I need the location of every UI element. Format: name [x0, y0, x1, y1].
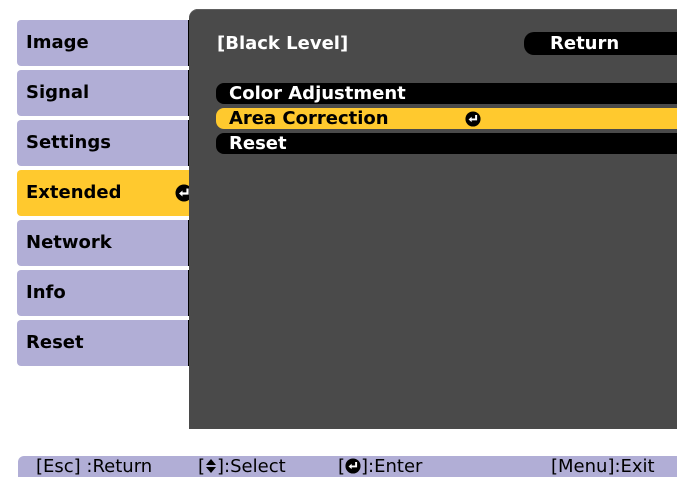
sidebar-item-label: Signal — [26, 82, 90, 103]
enter-icon — [465, 111, 481, 127]
enter-hint: []:Enter — [338, 456, 423, 477]
esc-hint: [Esc] :Return — [36, 456, 153, 477]
sidebar-item-label: Network — [26, 232, 112, 253]
page-title: [Black Level] — [217, 33, 349, 54]
sidebar-item-settings[interactable]: Settings — [17, 120, 203, 166]
sidebar-item-label: Image — [26, 32, 89, 53]
return-button[interactable]: Return — [524, 32, 677, 55]
sidebar-item-image[interactable]: Image — [17, 20, 203, 66]
menu-item-label: Color Adjustment — [229, 83, 406, 104]
sidebar-item-info[interactable]: Info — [17, 270, 203, 316]
sidebar-item-label: Info — [26, 282, 66, 303]
sidebar-item-signal[interactable]: Signal — [17, 70, 203, 116]
up-down-arrow-icon — [205, 456, 217, 477]
sidebar-item-label: Settings — [26, 132, 111, 153]
sidebar-item-label: Reset — [26, 332, 84, 353]
menu-item-area-correction[interactable]: Area Correction — [216, 108, 677, 129]
sidebar-item-network[interactable]: Network — [17, 220, 203, 266]
menu-item-label: Reset — [229, 133, 287, 154]
enter-icon — [345, 456, 361, 477]
select-hint: []:Select — [198, 456, 286, 477]
status-bar: [Esc] :Return []:Select []:Enter [Menu]:… — [18, 456, 677, 477]
sidebar-item-label: Extended — [26, 182, 122, 203]
sidebar-item-extended[interactable]: Extended — [17, 170, 203, 216]
menu-exit-hint: [Menu]:Exit — [551, 456, 655, 477]
menu-item-color-adjustment[interactable]: Color Adjustment — [216, 83, 677, 104]
menu-item-label: Area Correction — [229, 108, 389, 129]
main-panel — [189, 9, 677, 429]
sidebar-item-reset[interactable]: Reset — [17, 320, 203, 366]
menu-item-reset[interactable]: Reset — [216, 133, 677, 154]
